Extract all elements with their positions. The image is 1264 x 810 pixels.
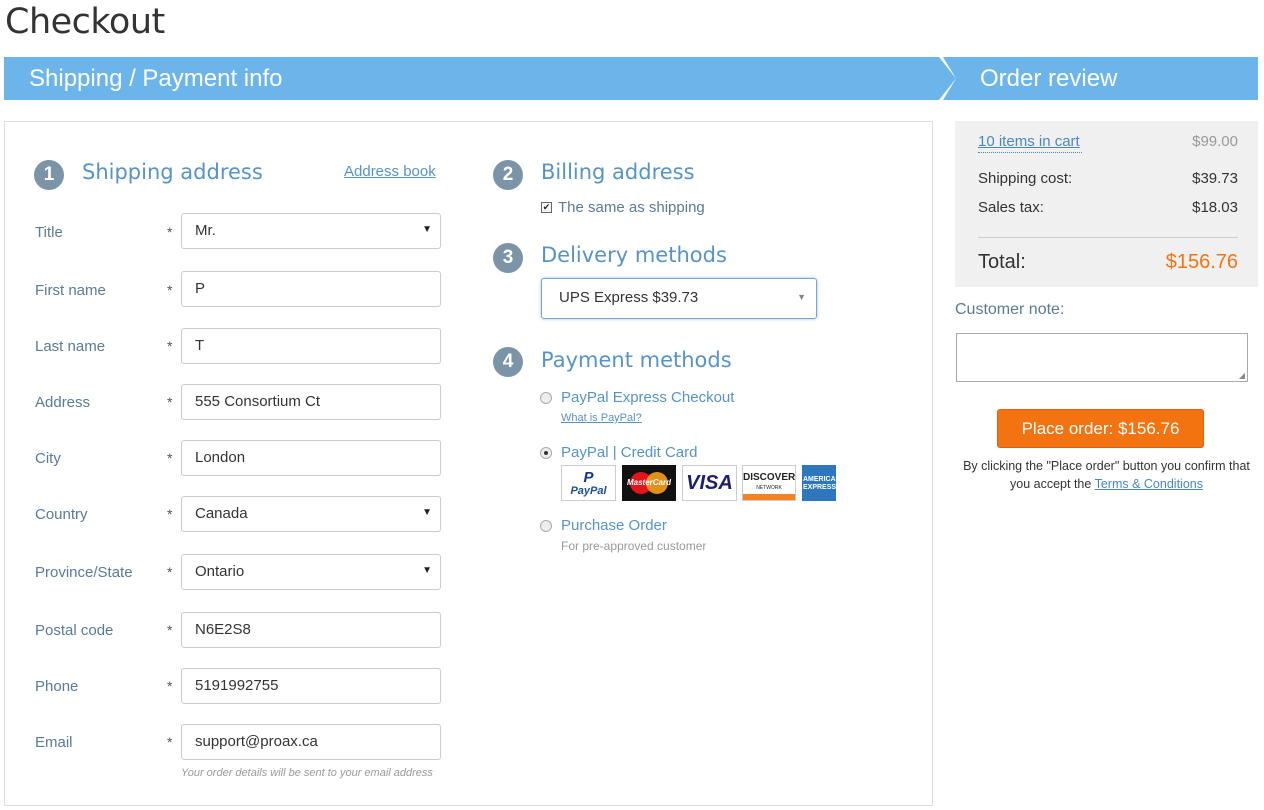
postal-code-label: Postal code [35,622,114,639]
what-is-paypal-link[interactable]: What is PayPal? [561,412,642,424]
purchase-order-radio[interactable] [540,520,552,532]
discover-sub-label: NETWORK [756,485,782,491]
paypal-credit-card-radio[interactable] [540,447,552,459]
billing-address-title: Billing address [541,160,695,184]
required-mark: * [167,506,173,522]
title-select[interactable]: Mr. ▼ [181,213,441,249]
last-name-label: Last name [35,338,106,355]
required-mark: * [167,394,173,410]
address-label: Address [35,394,91,411]
email-label: Email [35,734,73,751]
terms-confirmation: By clicking the "Place order" button you… [955,457,1258,493]
shipping-cost-value: $39.73 [1192,170,1238,187]
sales-tax-row: Sales tax: $18.03 [978,199,1238,216]
delivery-method-value: UPS Express $39.73 [559,289,699,306]
summary-divider [978,237,1238,238]
email-hint: Your order details will be sent to your … [181,767,433,779]
total-value: $156.76 [1165,251,1238,273]
items-value: $99.00 [1192,133,1238,150]
mastercard-icon: MasterCard [622,465,676,501]
province-select[interactable]: Ontario ▼ [181,554,441,590]
paypal-express-radio[interactable] [540,392,552,404]
required-mark: * [167,338,173,354]
required-mark: * [167,564,173,580]
same-as-shipping-checkbox[interactable]: ✔ [541,202,552,213]
country-label: Country [35,506,88,523]
paypal-express-label[interactable]: PayPal Express Checkout [561,389,734,406]
place-order-button[interactable]: Place order: $156.76 [997,409,1204,448]
title-select-value: Mr. [195,222,216,239]
items-in-cart-link[interactable]: 10 items in cart [978,133,1080,150]
first-name-input[interactable]: P [181,271,441,307]
discover-label: DISCOVER [743,472,796,483]
province-label: Province/State [35,564,133,581]
same-as-shipping-label: The same as shipping [558,199,705,216]
phone-label: Phone [35,678,79,695]
chevron-down-icon: ▼ [422,565,432,576]
sales-tax-label: Sales tax: [978,199,1044,216]
banner-order-review: Order review [943,57,1258,100]
terms-link[interactable]: Terms & Conditions [1095,477,1203,491]
chevron-down-icon: ▼ [797,292,806,302]
last-name-input[interactable]: T [181,328,441,364]
address-input[interactable]: 555 Consortium Ct [181,384,441,420]
order-summary: 10 items in cart $99.00 Shipping cost: $39… [955,121,1258,287]
phone-input[interactable]: 5191992755 [181,668,441,704]
paypal-card-icon: P PayPal [561,465,616,501]
step-3-badge: 3 [493,243,523,273]
required-mark: * [167,734,173,750]
customer-note-textarea[interactable]: ◢ [956,333,1248,382]
step-2-badge: 2 [493,160,523,190]
resize-handle-icon[interactable]: ◢ [1239,371,1245,380]
total-label: Total: [978,251,1026,273]
email-input[interactable]: support@proax.ca [181,724,441,760]
payment-methods-title: Payment methods [541,348,732,372]
province-select-value: Ontario [195,563,245,580]
amex-icon: AMERICAN EXPRESS [802,465,841,501]
shipping-cost-label: Shipping cost: [978,170,1073,187]
customer-note-label: Customer note: [955,301,1065,318]
items-row: 10 items in cart $99.00 [978,133,1238,150]
required-mark: * [167,282,173,298]
chevron-down-icon: ▼ [422,507,432,518]
purchase-order-sub: For pre-approved customer [561,539,707,553]
delivery-method-select[interactable]: UPS Express $39.73 ▼ [541,278,817,319]
paypal-credit-card-label[interactable]: PayPal | Credit Card [561,444,697,461]
checkout-form-panel: 1 Shipping address Address book Title * … [4,121,933,806]
required-mark: * [167,224,173,240]
title-label: Title [35,224,63,241]
country-select[interactable]: Canada ▼ [181,496,441,532]
city-input[interactable]: London [181,440,441,476]
paypal-card-label: PayPal [570,485,607,497]
required-mark: * [167,678,173,694]
purchase-order-label[interactable]: Purchase Order [561,517,667,534]
required-mark: * [167,622,173,638]
step-4-badge: 4 [493,347,523,377]
banner-shipping-payment: Shipping / Payment info [4,57,956,100]
items-underline [978,152,1082,153]
total-row: Total: $156.76 [978,251,1238,274]
first-name-label: First name [35,282,106,299]
discover-icon: DISCOVER NETWORK [742,465,796,501]
shipping-cost-row: Shipping cost: $39.73 [978,170,1238,187]
postal-code-input[interactable]: N6E2S8 [181,612,441,648]
city-label: City [35,450,61,467]
mastercard-label: MasterCard [626,478,671,487]
chevron-down-icon: ▼ [422,224,432,235]
banner-right-label: Order review [980,65,1118,92]
visa-icon: VISA [682,465,737,501]
required-mark: * [167,450,173,466]
delivery-methods-title: Delivery methods [541,243,727,267]
country-select-value: Canada [195,505,248,522]
banner-left-label: Shipping / Payment info [29,65,283,92]
shipping-address-title: Shipping address [82,160,263,184]
sales-tax-value: $18.03 [1192,199,1238,216]
address-book-link[interactable]: Address book [344,163,436,180]
step-1-badge: 1 [34,160,64,190]
page-title: Checkout [5,2,165,42]
